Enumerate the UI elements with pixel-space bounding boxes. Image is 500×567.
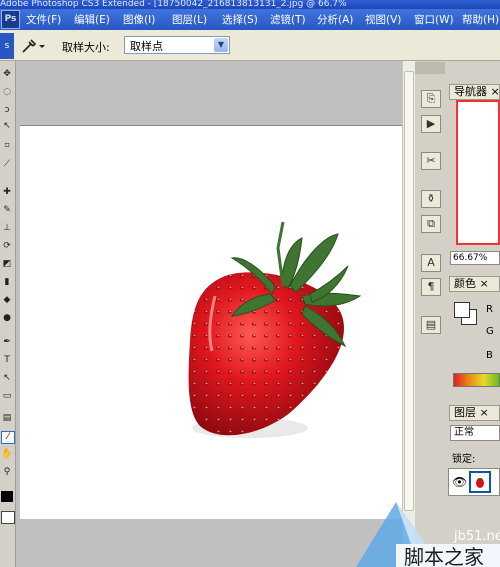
watermark: jb51.net 脚本之家 <box>356 502 500 567</box>
slice-tool-icon[interactable]: ⟋ <box>1 159 13 170</box>
menu-help[interactable]: 帮助(H) <box>462 12 499 27</box>
notes-tool-icon[interactable]: ▤ <box>1 413 13 424</box>
navigator-tab-label: 导航器 <box>454 85 487 98</box>
zoom-tool-icon[interactable]: ⚲ <box>1 467 13 478</box>
tool-presets-panel-icon[interactable]: ✂ <box>421 152 441 170</box>
eyedropper-tool-icon[interactable]: ⁄ <box>1 431 15 444</box>
vertical-scrollbar[interactable] <box>402 61 416 567</box>
blue-label: B <box>486 350 493 361</box>
brush-tool-icon[interactable]: ✎ <box>1 205 13 216</box>
menu-filter[interactable]: 滤镜(T) <box>270 12 306 27</box>
paragraph-panel-icon[interactable]: ¶ <box>421 278 441 296</box>
layer-thumbnail[interactable] <box>469 471 491 493</box>
history-brush-tool-icon[interactable]: ⟳ <box>1 241 13 252</box>
blend-mode-select[interactable]: 正常 <box>450 425 500 441</box>
watermark-name: 脚本之家 <box>404 545 484 567</box>
eyedropper-tool-preset-icon[interactable] <box>18 36 48 56</box>
photoshop-app-icon[interactable]: Ps <box>1 10 20 29</box>
menu-analysis[interactable]: 分析(A) <box>317 12 353 27</box>
eye-icon[interactable]: 👁 <box>452 475 467 489</box>
history-panel-icon[interactable]: ⎘ <box>421 90 441 108</box>
tab-layers[interactable]: 图层 × <box>449 405 500 421</box>
navigator-preview[interactable] <box>456 100 500 245</box>
tab-color[interactable]: 颜色 × <box>449 276 500 292</box>
path-selection-tool-icon[interactable]: ↖ <box>1 373 13 384</box>
strawberry-thumb-icon <box>476 478 484 488</box>
window-title: Adobe Photoshop CS3 Extended - [18750042… <box>0 0 500 9</box>
menu-bar: Ps 文件(F) 编辑(E) 图像(I) 图层(L) 选择(S) 滤镜(T) 分… <box>0 9 500 30</box>
menu-image[interactable]: 图像(I) <box>123 12 155 27</box>
shape-tool-icon[interactable]: ▭ <box>1 391 13 402</box>
lock-label: 锁定: <box>452 454 476 465</box>
menu-view[interactable]: 视图(V) <box>365 12 401 27</box>
dock-collapse-icon[interactable] <box>415 62 445 74</box>
foreground-color-swatch[interactable] <box>1 491 13 502</box>
hand-tool-icon[interactable]: ✋ <box>1 449 13 460</box>
sample-size-label: 取样大小: <box>62 41 110 54</box>
layers-tab-label: 图层 <box>454 406 476 419</box>
strawberry-image <box>188 221 362 438</box>
scrollbar-thumb[interactable] <box>404 71 414 511</box>
zoom-field[interactable]: 66.67% <box>450 251 500 265</box>
panel-dock <box>415 61 445 567</box>
clone-source-panel-icon[interactable]: ⧉ <box>421 215 441 233</box>
lasso-tool-icon[interactable]: ↄ <box>1 105 13 116</box>
document-canvas[interactable] <box>20 125 402 519</box>
menu-file[interactable]: 文件(F) <box>26 12 61 27</box>
watermark-domain: jb51.net <box>453 529 500 544</box>
color-tab-label: 颜色 <box>454 277 476 290</box>
character-panel-icon[interactable]: A <box>421 254 441 272</box>
eraser-tool-icon[interactable]: ◩ <box>1 259 13 270</box>
layer-comps-panel-icon[interactable]: ▤ <box>421 316 441 334</box>
marquee-tool-icon[interactable]: ◌ <box>1 87 13 98</box>
menu-layer[interactable]: 图层(L) <box>172 12 207 27</box>
tab-navigator[interactable]: 导航器 × <box>449 84 500 100</box>
pen-tool-icon[interactable]: ✒ <box>1 337 13 348</box>
sample-size-select[interactable]: 取样点 ▼ <box>124 36 230 54</box>
menu-window[interactable]: 窗口(W) <box>414 12 454 27</box>
brushes-panel-icon[interactable]: ⚱ <box>421 190 441 208</box>
chevron-down-icon[interactable]: ▼ <box>214 38 228 52</box>
color-ramp[interactable] <box>453 373 500 387</box>
panel-foreground-swatch[interactable] <box>454 302 470 318</box>
sample-size-value: 取样点 <box>130 40 163 53</box>
green-label: G <box>486 326 494 337</box>
clone-stamp-tool-icon[interactable]: ⊥ <box>1 223 13 234</box>
gradient-tool-icon[interactable]: ▮ <box>1 277 13 288</box>
move-tool-icon[interactable]: ✥ <box>1 69 13 80</box>
toolbox: ✥ ◌ ↄ ↖ ⌗ ⟋ ✚ ✎ ⊥ ⟳ ◩ ▮ ◆ ● ✒ T ↖ ▭ ▤ ⁄ … <box>0 61 16 567</box>
background-color-swatch[interactable] <box>1 511 15 524</box>
quick-selection-tool-icon[interactable]: ↖ <box>1 121 13 132</box>
canvas-pasteboard <box>20 62 402 125</box>
actions-panel-icon[interactable]: ▶ <box>421 115 441 133</box>
dodge-tool-icon[interactable]: ● <box>1 313 13 324</box>
toolbox-header: s <box>0 33 14 59</box>
menu-edit[interactable]: 编辑(E) <box>74 12 110 27</box>
healing-brush-tool-icon[interactable]: ✚ <box>1 187 13 198</box>
blur-tool-icon[interactable]: ◆ <box>1 295 13 306</box>
crop-tool-icon[interactable]: ⌗ <box>1 141 13 152</box>
menu-select[interactable]: 选择(S) <box>222 12 258 27</box>
red-label: R <box>486 304 493 315</box>
type-tool-icon[interactable]: T <box>1 355 13 366</box>
